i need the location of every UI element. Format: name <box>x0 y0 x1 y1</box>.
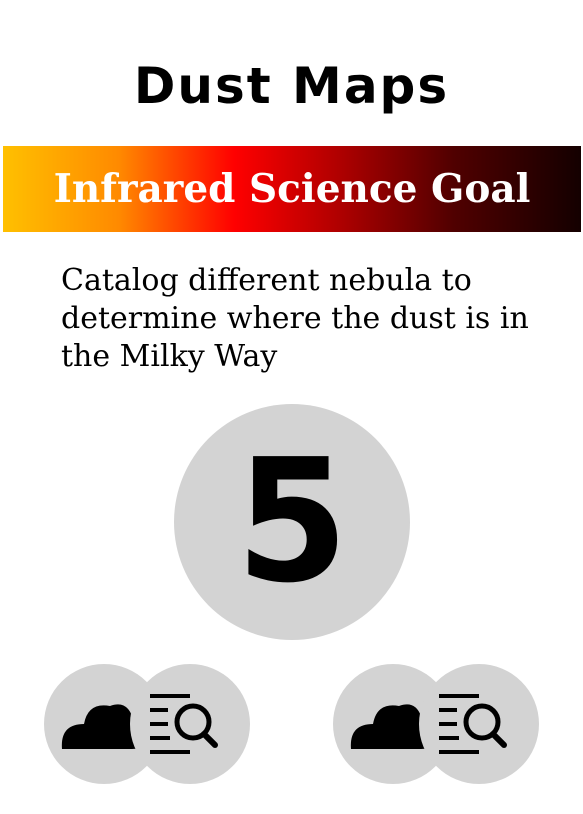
search-list-icon <box>439 694 507 754</box>
search-bubble <box>130 664 250 784</box>
goal-number: 5 <box>235 423 349 621</box>
icon-pair-left <box>44 664 250 784</box>
card-title: Dust Maps <box>133 57 450 115</box>
goal-number-badge: 5 <box>174 404 410 640</box>
science-goal-banner: Infrared Science Goal <box>3 146 581 232</box>
search-bubble <box>419 664 539 784</box>
goal-description: Catalog different nebula to determine wh… <box>61 263 529 374</box>
search-list-icon <box>150 694 218 754</box>
banner-label: Infrared Science Goal <box>53 166 531 212</box>
icon-pair-right <box>333 664 539 784</box>
